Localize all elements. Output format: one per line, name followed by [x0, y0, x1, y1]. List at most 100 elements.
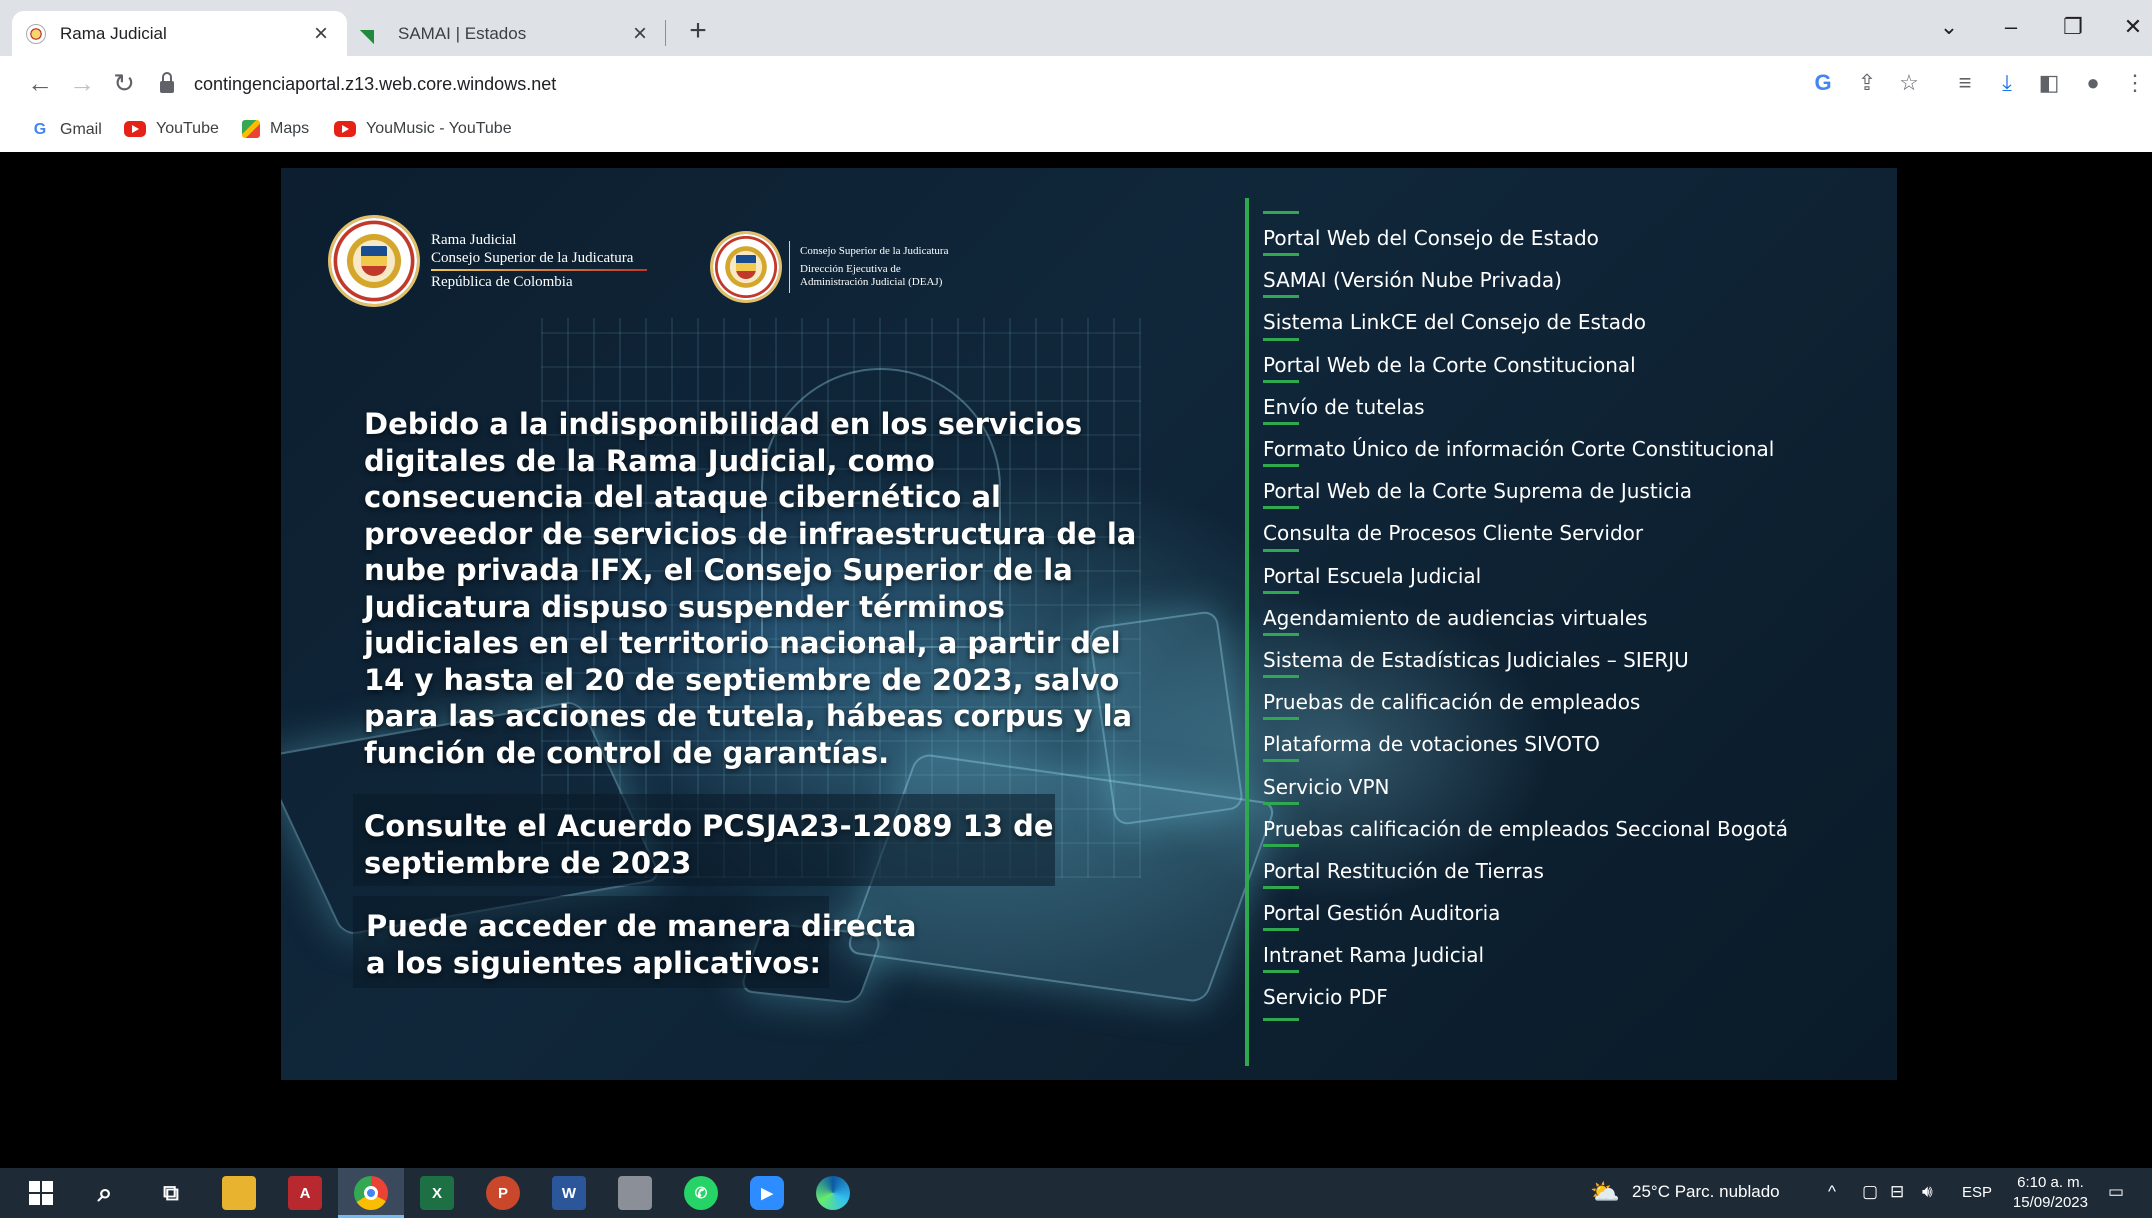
close-window-button[interactable]: ✕	[2118, 14, 2148, 40]
google-lens-icon[interactable]: G	[1808, 70, 1838, 96]
link-gestion-auditoria[interactable]: Portal Gestión Auditoria	[1263, 885, 1883, 929]
link-envio-tutelas[interactable]: Envío de tutelas	[1263, 379, 1883, 423]
links-divider	[1245, 198, 1249, 1066]
excel-icon[interactable]: X	[420, 1176, 454, 1210]
lock-icon[interactable]	[160, 72, 174, 93]
clock-time: 6:10 a. m.	[2017, 1174, 2084, 1191]
bookmark-label: YouMusic - YouTube	[366, 120, 512, 137]
rama-judicial-logo: Rama Judicial Consejo Superior de la Jud…	[331, 218, 647, 304]
reading-list-icon[interactable]: ≡	[1950, 70, 1980, 96]
new-tab-button[interactable]: +	[682, 14, 714, 48]
link-formato-unico[interactable]: Formato Único de información Corte Const…	[1263, 421, 1883, 465]
contingency-banner: Rama Judicial Consejo Superior de la Jud…	[281, 168, 1897, 1080]
link-portal-corte-suprema[interactable]: Portal Web de la Corte Suprema de Justic…	[1263, 464, 1883, 507]
search-icon[interactable]: ⌕	[88, 1176, 122, 1210]
network-icon[interactable]: ⊟	[1890, 1182, 1904, 1202]
link-restitucion-tierras[interactable]: Portal Restitución de Tierras	[1263, 843, 1883, 887]
bookmark-label: Gmail	[60, 121, 102, 138]
notifications-icon[interactable]: ▭	[2108, 1182, 2124, 1202]
tab-rama-judicial[interactable]: Rama Judicial ×	[12, 11, 347, 56]
weather-text[interactable]: 25°C Parc. nublado	[1632, 1182, 1780, 1202]
browser-toolbar: ← → ↻ contingenciaportal.z13.web.core.wi…	[0, 56, 2152, 112]
logo2-separator	[789, 241, 790, 293]
windows-start-icon[interactable]	[29, 1181, 53, 1205]
bookmark-label: YouTube	[156, 120, 219, 137]
link-servicio-vpn[interactable]: Servicio VPN	[1263, 759, 1883, 802]
link-sivoto[interactable]: Plataforma de votaciones SIVOTO	[1263, 717, 1883, 760]
link-intranet[interactable]: Intranet Rama Judicial	[1263, 928, 1883, 971]
windows-taskbar: ⌕ ⧉ A X P W ✆ ▶ ⛅ 25°C Parc. nublado ^ ▢…	[0, 1168, 2152, 1218]
back-button[interactable]: ←	[24, 68, 56, 99]
show-hidden-icons-icon[interactable]: ^	[1828, 1182, 1836, 1202]
edge-icon[interactable]	[816, 1176, 850, 1210]
language-indicator[interactable]: ESP	[1962, 1184, 1992, 1201]
logo1-line3: República de Colombia	[431, 274, 573, 290]
zoom-icon[interactable]: ▶	[750, 1176, 784, 1210]
link-pruebas-calificacion[interactable]: Pruebas de calificación de empleados	[1263, 675, 1883, 718]
logo2-line2: Dirección Ejecutiva de	[800, 262, 901, 275]
file-manager-icon[interactable]	[618, 1176, 652, 1210]
link-linkce[interactable]: Sistema LinkCE del Consejo de Estado	[1263, 295, 1883, 338]
powerpoint-icon[interactable]: P	[486, 1176, 520, 1210]
link-portal-consejo-estado[interactable]: Portal Web del Consejo de Estado	[1263, 210, 1883, 254]
download-icon[interactable]: ⤓	[1992, 70, 2022, 96]
reload-button[interactable]: ↻	[108, 68, 140, 99]
logo2-line1: Consejo Superior de la Judicatura	[800, 244, 949, 257]
close-icon[interactable]: ×	[628, 21, 652, 45]
link-portal-corte-constitucional[interactable]: Portal Web de la Corte Constitucional	[1263, 337, 1883, 381]
tab-samai-estados[interactable]: SAMAI | Estados ×	[350, 11, 666, 56]
weather-icon[interactable]: ⛅	[1590, 1178, 1620, 1207]
close-icon[interactable]: ×	[309, 21, 333, 45]
maps-icon	[242, 120, 260, 138]
link-escuela-judicial[interactable]: Portal Escuela Judicial	[1263, 548, 1883, 592]
colombia-seal-icon	[331, 218, 417, 304]
minimize-button[interactable]: –	[1996, 14, 2026, 40]
address-bar[interactable]: contingenciaportal.z13.web.core.windows.…	[160, 64, 1810, 104]
links-end-rule	[1263, 1017, 1299, 1021]
bookmark-label: Maps	[270, 120, 310, 137]
bookmark-maps[interactable]: Maps	[242, 120, 309, 138]
colombia-seal-icon	[713, 234, 779, 300]
tab-search-chevron-icon[interactable]: ⌄	[1934, 14, 1964, 40]
tab-title: Rama Judicial	[60, 23, 167, 43]
bookmark-youmusic[interactable]: YouMusic - YouTube	[334, 120, 512, 138]
access-icon[interactable]: A	[288, 1176, 322, 1210]
logo2-line3: Administración Judicial (DEAJ)	[800, 276, 943, 289]
bookmarks-bar: G Gmail YouTube Maps YouMusic - YouTube	[0, 112, 2152, 152]
tab-separator	[665, 20, 666, 46]
profile-avatar-icon[interactable]: ●	[2078, 70, 2108, 96]
word-icon[interactable]: W	[552, 1176, 586, 1210]
bookmark-star-icon[interactable]: ☆	[1894, 70, 1924, 96]
url-text[interactable]: contingenciaportal.z13.web.core.windows.…	[194, 74, 556, 95]
menu-icon[interactable]: ⋮	[2120, 70, 2150, 96]
chrome-icon[interactable]	[354, 1176, 388, 1210]
forward-button[interactable]: →	[66, 68, 98, 99]
samai-favicon-icon	[359, 15, 389, 44]
bookmark-gmail[interactable]: G Gmail	[30, 120, 102, 140]
link-pruebas-bogota[interactable]: Pruebas calificación de empleados Seccio…	[1263, 801, 1883, 845]
link-servicio-pdf[interactable]: Servicio PDF	[1263, 970, 1883, 1013]
restore-button[interactable]: ❐	[2058, 14, 2088, 40]
whatsapp-icon[interactable]: ✆	[684, 1176, 718, 1210]
suspension-notice: Debido a la indisponibilidad en los serv…	[364, 407, 1137, 770]
logo1-line2: Consejo Superior de la Judicatura	[431, 250, 634, 266]
file-explorer-icon[interactable]	[222, 1176, 256, 1210]
meet-now-icon[interactable]: ▢	[1862, 1182, 1878, 1202]
share-icon[interactable]: ⇪	[1852, 70, 1882, 96]
side-panel-icon[interactable]: ◧	[2034, 70, 2064, 96]
clock-date: 15/09/2023	[2012, 1194, 2088, 1211]
acuerdo-link[interactable]: Consulte el Acuerdo PCSJA23-12089 13 de …	[364, 808, 1054, 881]
rama-judicial-favicon-icon	[26, 23, 46, 44]
deaj-logo: Consejo Superior de la Judicatura Direcc…	[713, 234, 948, 300]
task-view-icon[interactable]: ⧉	[154, 1176, 188, 1210]
applications-list: Portal Web del Consejo de Estado SAMAI (…	[1263, 210, 1883, 1021]
volume-icon[interactable]: 🔊︎	[1922, 1182, 1933, 1202]
access-intro: Puede acceder de manera directa a los si…	[366, 909, 917, 980]
link-consulta-procesos[interactable]: Consulta de Procesos Cliente Servidor	[1263, 506, 1883, 549]
link-audiencias-virtuales[interactable]: Agendamiento de audiencias virtuales	[1263, 590, 1883, 634]
tab-title: SAMAI | Estados	[398, 23, 527, 43]
system-clock[interactable]: 6:10 a. m. 15/09/2023	[2013, 1173, 2088, 1213]
link-samai[interactable]: SAMAI (Versión Nube Privada)	[1263, 253, 1883, 296]
bookmark-youtube[interactable]: YouTube	[124, 120, 219, 138]
link-sierju[interactable]: Sistema de Estadísticas Judiciales – SIE…	[1263, 632, 1883, 676]
